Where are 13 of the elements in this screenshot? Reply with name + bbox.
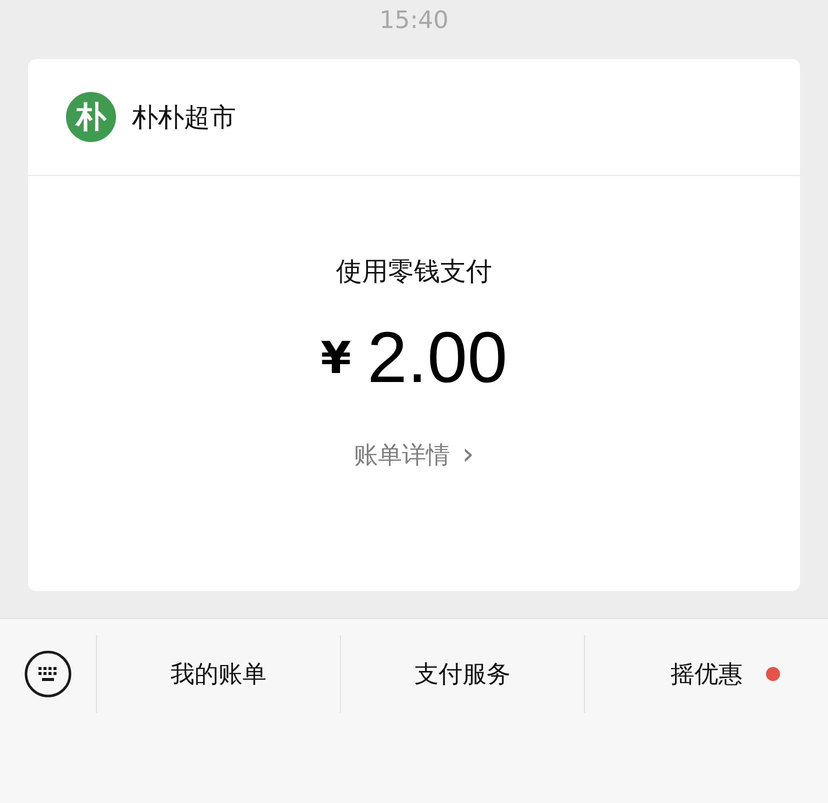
time-label: 15:40 [379,5,449,36]
notification-dot [766,667,780,681]
menu-button[interactable]: 摇优惠 [664,654,748,694]
menu-button[interactable]: 支付服务 [408,654,516,694]
currency-symbol: ¥ [320,332,352,384]
amount-value: 2.00 [367,317,508,399]
merchant-logo: 朴 [66,92,116,142]
keyboard-icon[interactable] [24,650,72,698]
menu-button[interactable]: 我的账单 [164,654,272,694]
merchant-name: 朴朴超市 [132,102,236,134]
chevron-icon[interactable]: › [462,440,474,470]
payment-method: 使用零钱支付 [336,256,492,289]
bill-details-link[interactable]: 账单详情 [354,439,450,471]
